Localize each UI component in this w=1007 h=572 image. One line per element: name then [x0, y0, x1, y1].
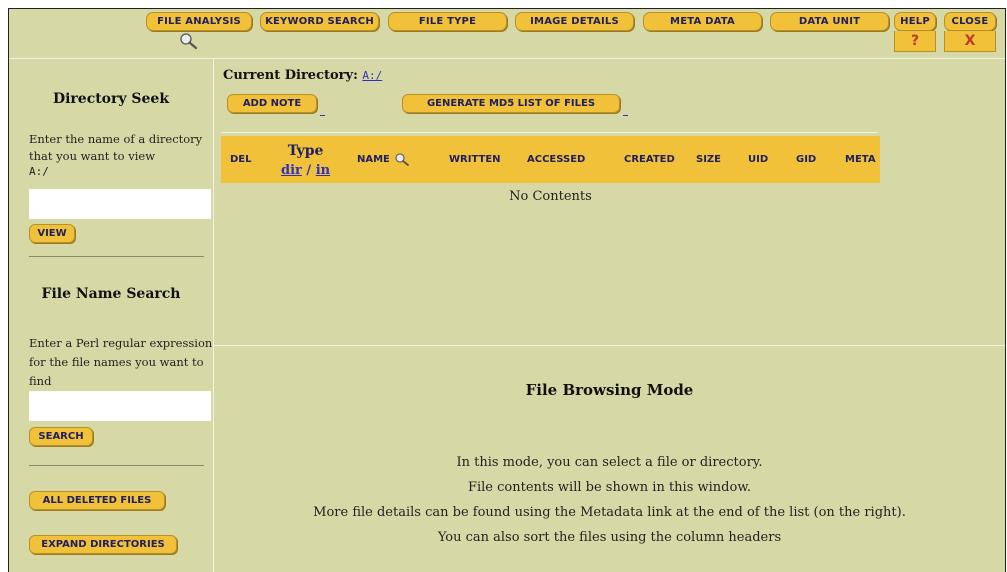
tab-file-type[interactable]: File Type — [388, 12, 507, 31]
current-directory-label: Current Directory: — [223, 68, 358, 83]
column-accessed[interactable]: Accessed — [527, 136, 585, 183]
add-note-button[interactable]: Add Note — [227, 94, 317, 113]
sidebar-divider — [29, 256, 204, 257]
magnifier-icon[interactable] — [177, 31, 201, 51]
directory-seek-current-value: A:/ — [29, 165, 49, 178]
browsing-line-2: File contents will be shown in this wind… — [467, 480, 752, 495]
tab-keyword-search[interactable]: Keyword Search — [260, 12, 379, 31]
tab-image-details[interactable]: Image Details — [515, 12, 634, 31]
file-name-search-input[interactable] — [29, 391, 211, 421]
file-name-search-instruction-line1: Enter a Perl regular expression — [29, 336, 213, 350]
browsing-line-3: More file details can be found using the… — [313, 505, 906, 520]
all-deleted-files-button[interactable]: All Deleted Files — [29, 491, 165, 510]
close-icon[interactable]: X — [944, 31, 996, 52]
type-separator: / — [301, 163, 316, 178]
help-icon[interactable]: ? — [894, 31, 936, 52]
file-name-search-instruction-line2: for the file names you want to — [29, 355, 204, 369]
tab-data-unit[interactable]: Data Unit — [770, 12, 889, 31]
directory-seek-heading: Directory Seek — [52, 91, 170, 107]
sidebar: Directory Seek Enter the name of a direc… — [9, 59, 214, 572]
current-directory: Current Directory: A:/ — [223, 68, 382, 83]
column-type: Type dir / in — [281, 143, 330, 178]
column-written[interactable]: Written — [449, 136, 501, 183]
file-name-search-instruction: Enter a Perl regular expression for the … — [29, 334, 214, 391]
browsing-mode-title: File Browsing Mode — [525, 381, 694, 399]
column-del[interactable]: Del — [230, 136, 252, 183]
tab-file-analysis[interactable]: File Analysis — [146, 12, 252, 31]
tab-help[interactable]: Help — [894, 12, 936, 31]
browsing-line-4: You can also sort the files using the co… — [437, 530, 782, 545]
column-meta[interactable]: Meta — [845, 136, 876, 183]
top-nav-bar: File Analysis Keyword Search File Type I… — [9, 9, 1005, 59]
column-name[interactable]: Name — [357, 136, 411, 183]
sidebar-divider — [29, 465, 204, 466]
tab-meta-data[interactable]: Meta Data — [643, 12, 762, 31]
file-name-search-heading: File Name Search — [41, 286, 181, 302]
file-name-search-instruction-line3: find — [29, 374, 52, 388]
column-gid[interactable]: GID — [796, 136, 816, 183]
directory-seek-instruction: Enter the name of a directory that you w… — [29, 131, 214, 179]
type-dir-link[interactable]: dir — [281, 163, 302, 178]
generate-md5-button[interactable]: Generate MD5 List of Files — [402, 94, 620, 113]
name-search-icon — [395, 153, 410, 166]
link-underline — [320, 115, 325, 116]
directory-seek-instruction-line2: that you want to view — [29, 149, 156, 163]
column-size[interactable]: Size — [696, 136, 721, 183]
directory-seek-input[interactable] — [29, 189, 211, 219]
column-type-label: Type — [287, 143, 324, 159]
empty-message: No Contents — [509, 189, 592, 204]
current-directory-link[interactable]: A:/ — [362, 69, 382, 82]
tab-close[interactable]: Close — [944, 12, 996, 31]
search-button[interactable]: Search — [29, 427, 93, 446]
column-uid[interactable]: UID — [748, 136, 768, 183]
type-in-link[interactable]: in — [316, 163, 330, 178]
column-name-label: Name — [357, 154, 390, 165]
browsing-line-1: In this mode, you can select a file or d… — [456, 455, 763, 470]
table-top-divider — [221, 132, 877, 133]
link-underline — [623, 115, 628, 116]
directory-seek-instruction-line1: Enter the name of a directory — [29, 132, 203, 146]
view-button[interactable]: View — [29, 224, 75, 243]
autopsy-frame: File Analysis Keyword Search File Type I… — [8, 8, 1006, 572]
column-created[interactable]: Created — [624, 136, 675, 183]
expand-directories-button[interactable]: Expand Directories — [29, 535, 177, 554]
file-table-header: Del Type dir / in Name Written Accessed … — [221, 136, 880, 183]
pane-divider — [214, 345, 1005, 346]
